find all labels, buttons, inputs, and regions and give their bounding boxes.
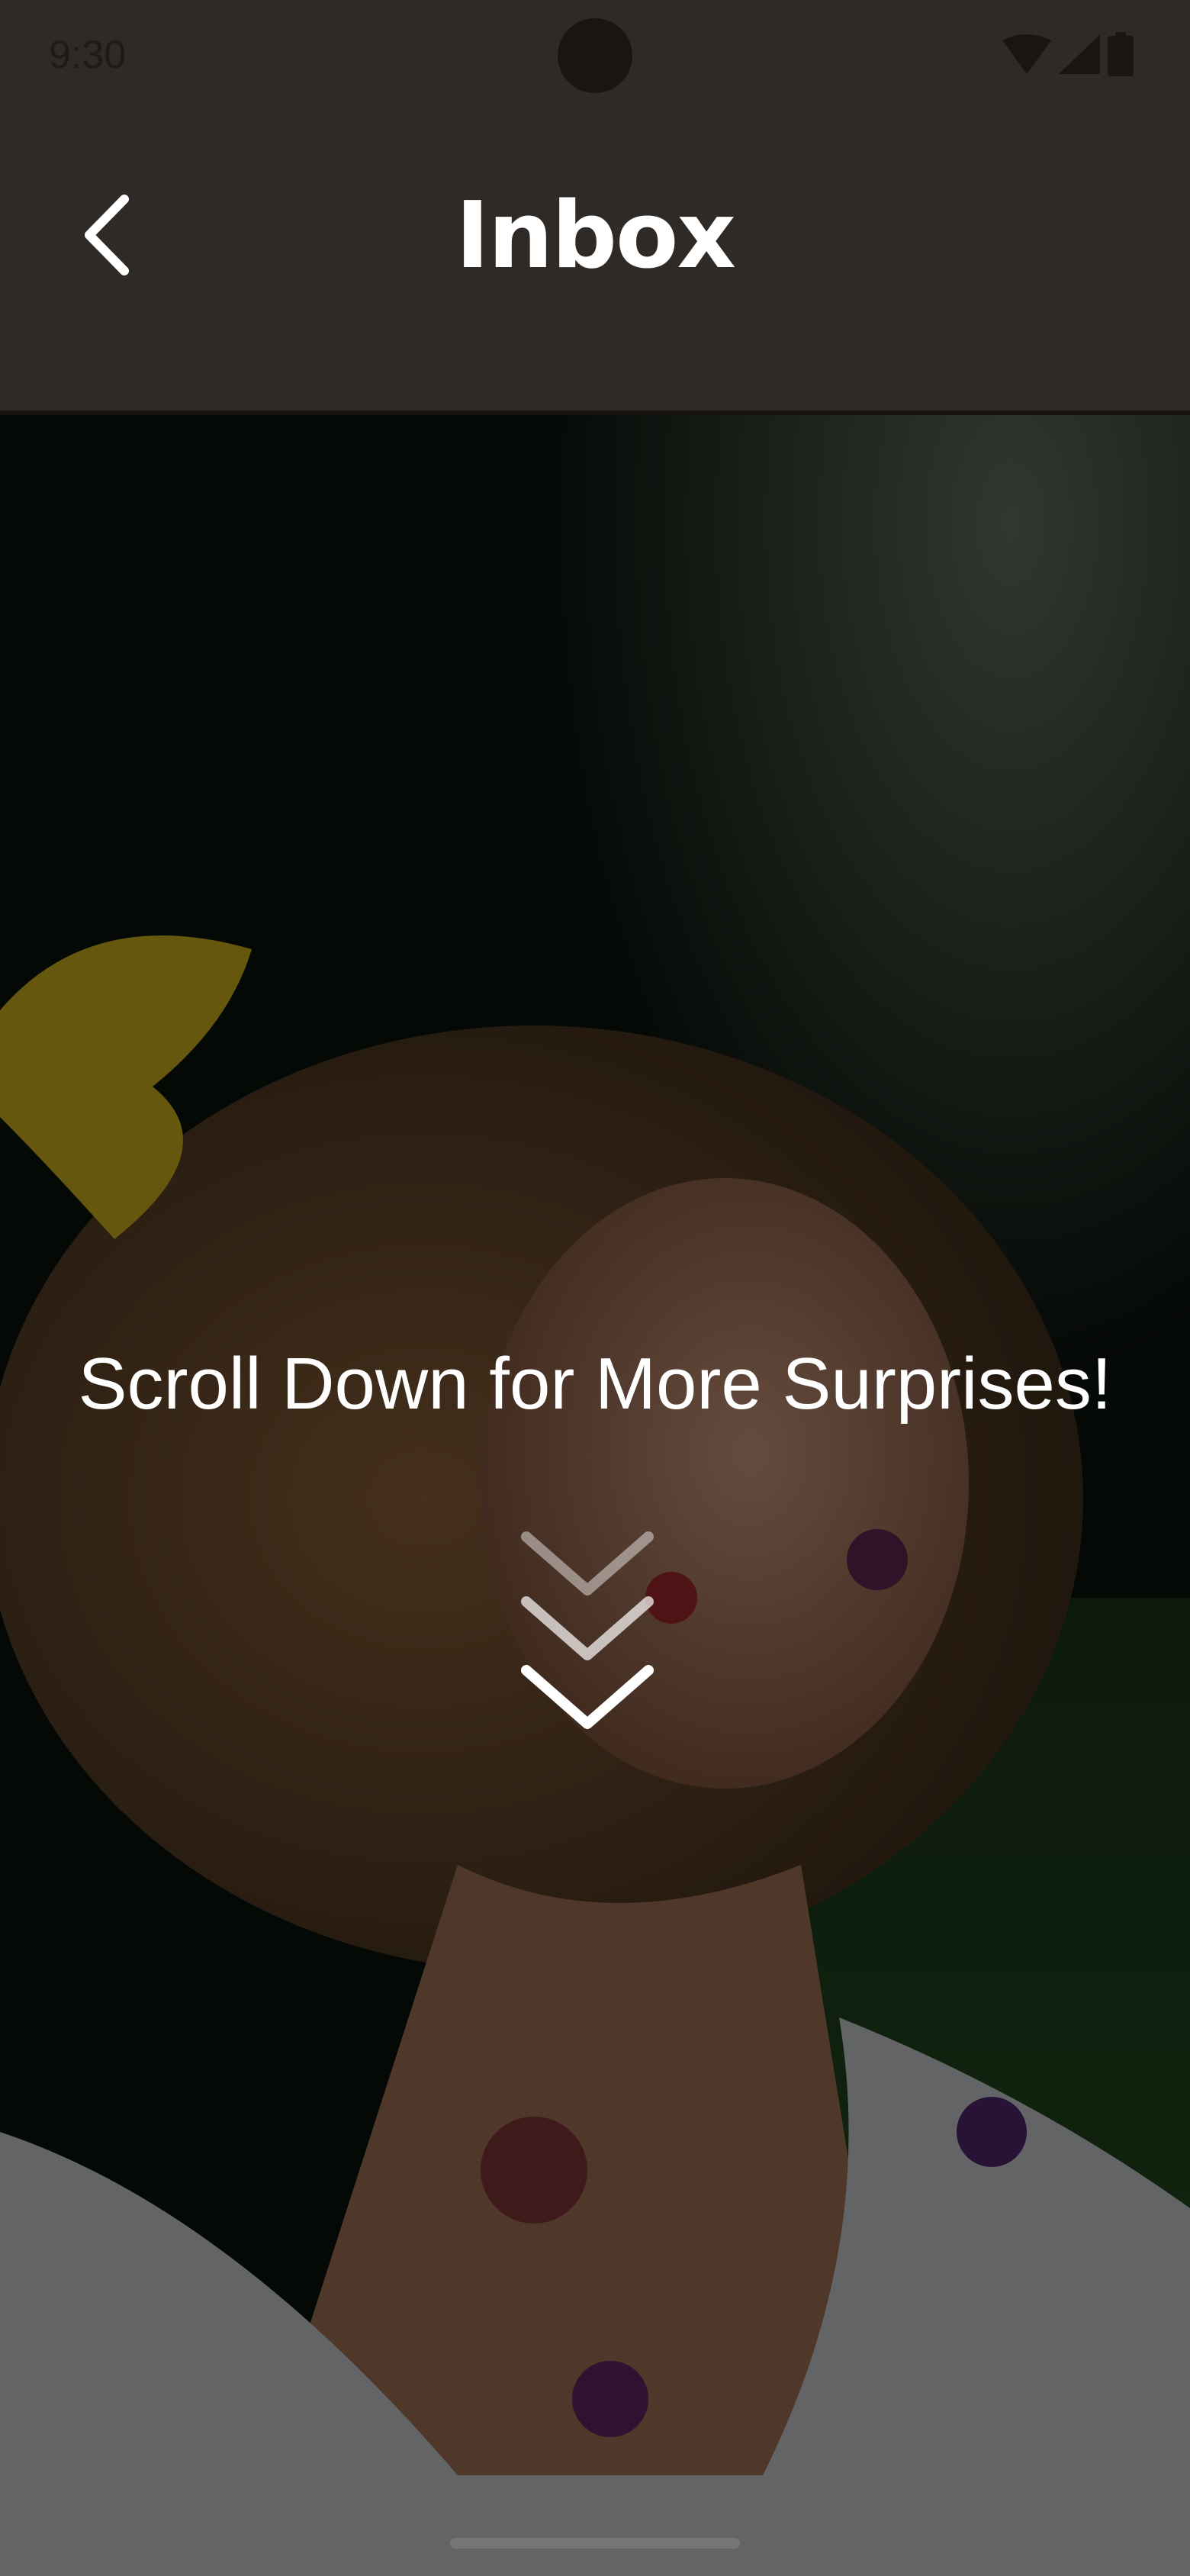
scroll-hint-text: Scroll Down for More Surprises!	[78, 1343, 1112, 1425]
page-title: Inbox	[455, 183, 736, 289]
battery-icon	[1108, 32, 1134, 76]
camera-cutout	[558, 18, 632, 93]
app-bar: Inbox	[0, 114, 1190, 411]
hero-scrim	[0, 415, 1190, 2576]
chevron-down-triple-icon[interactable]	[519, 1529, 656, 1743]
hero-banner[interactable]: Scroll Down for More Surprises!	[0, 415, 1190, 2576]
status-time: 9:30	[49, 33, 127, 77]
status-icons	[1002, 32, 1134, 76]
signal-icon	[1059, 34, 1100, 74]
home-indicator	[450, 2538, 740, 2549]
wifi-icon	[1002, 34, 1051, 74]
status-bar: 9:30	[0, 0, 1190, 114]
